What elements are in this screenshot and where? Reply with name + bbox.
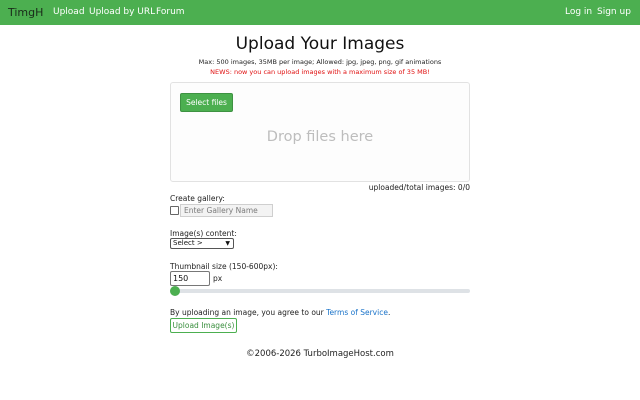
drop-files-hint: Drop files here	[266, 129, 374, 145]
select-files-button[interactable]: Select files	[180, 93, 233, 112]
upload-images-button[interactable]: Upload Image(s)	[170, 318, 237, 333]
page-title: Upload Your Images	[235, 34, 405, 54]
news-notice: NEWS: now you can upload images with a m…	[210, 68, 430, 76]
thumbnail-size-input[interactable]	[170, 271, 210, 286]
create-gallery-checkbox[interactable]	[170, 206, 179, 215]
thumbnail-size-unit: px	[213, 274, 223, 283]
terms-suffix: .	[387, 308, 391, 317]
navbar: TimgH Upload Upload by URL Forum Log in …	[0, 0, 640, 25]
signup-link[interactable]: Sign up	[597, 7, 631, 17]
image-content-selected-value: Select >	[173, 239, 203, 247]
login-link[interactable]: Log in	[565, 7, 592, 17]
nav-upload-link[interactable]: Upload	[53, 7, 85, 17]
footer-copyright: ©2006-2026 TurboImageHost.com	[246, 349, 394, 359]
terms-prefix: By uploading an image, you agree to our	[170, 308, 327, 317]
image-content-label: Image(s) content:	[170, 229, 237, 238]
upload-limits-info: Max: 500 images, 35MB per image; Allowed…	[198, 58, 442, 66]
terms-of-service-link[interactable]: Terms of Service	[326, 308, 388, 317]
nav-forum-link[interactable]: Forum	[156, 7, 185, 17]
nav-upload-by-url-link[interactable]: Upload by URL	[89, 7, 155, 17]
thumbnail-size-slider-handle[interactable]	[170, 286, 180, 296]
gallery-name-input[interactable]	[180, 204, 273, 217]
thumbnail-size-slider-track[interactable]	[170, 289, 470, 293]
create-gallery-label: Create gallery:	[170, 194, 225, 203]
file-dropzone[interactable]: Select files Drop files here	[170, 82, 470, 182]
upload-counter: uploaded/total images: 0/0	[368, 183, 470, 192]
terms-notice: By uploading an image, you agree to our …	[170, 308, 390, 317]
brand-logo[interactable]: TimgH	[8, 6, 43, 19]
thumbnail-size-label: Thumbnail size (150-600px):	[170, 262, 278, 271]
chevron-down-icon: ▼	[225, 240, 230, 247]
image-content-select[interactable]: Select > ▼	[170, 238, 234, 249]
